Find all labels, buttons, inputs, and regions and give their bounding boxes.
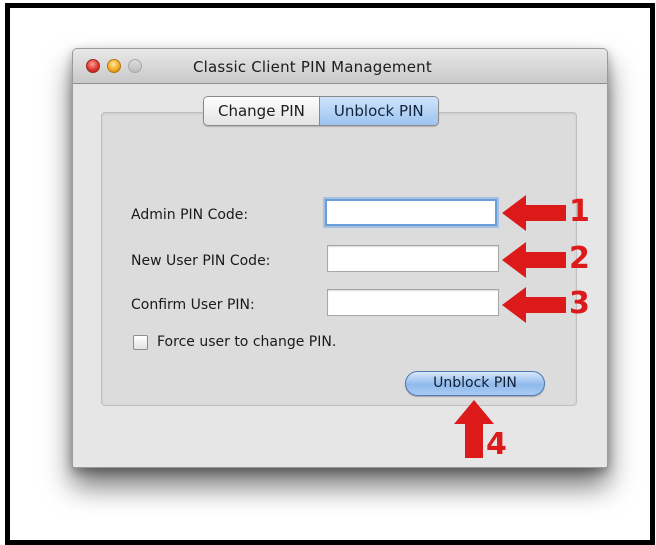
admin-pin-label: Admin PIN Code:: [131, 207, 249, 223]
tab-bar: Change PIN Unblock PIN: [203, 96, 439, 126]
callout-arrow-3-icon: [502, 287, 566, 323]
callout-arrow-2-icon: [502, 242, 566, 278]
new-user-pin-label: New User PIN Code:: [131, 253, 271, 269]
admin-pin-input[interactable]: [327, 201, 499, 226]
title-bar[interactable]: Classic Client PIN Management: [73, 49, 607, 84]
callout-number-3: 3: [569, 286, 590, 321]
tab-unblock-pin[interactable]: Unblock PIN: [318, 97, 438, 125]
callout-number-1: 1: [569, 194, 590, 229]
confirm-user-pin-field[interactable]: [327, 289, 502, 317]
confirm-user-pin-label: Confirm User PIN:: [131, 297, 255, 313]
confirm-user-pin-input[interactable]: [328, 290, 502, 317]
tab-change-pin[interactable]: Change PIN: [204, 97, 319, 125]
callout-number-2: 2: [569, 241, 590, 276]
window-title: Classic Client PIN Management: [193, 58, 432, 76]
force-change-label[interactable]: Force user to change PIN.: [157, 334, 336, 350]
new-user-pin-field[interactable]: [327, 245, 502, 273]
minimize-window-icon[interactable]: [107, 59, 121, 73]
close-window-icon[interactable]: [86, 59, 100, 73]
admin-pin-field[interactable]: [325, 199, 499, 226]
zoom-window-icon[interactable]: [128, 59, 142, 73]
unblock-pin-button[interactable]: Unblock PIN: [405, 371, 545, 396]
new-user-pin-input[interactable]: [328, 246, 502, 273]
force-change-checkbox[interactable]: [133, 335, 148, 350]
callout-arrow-1-icon: [502, 195, 566, 231]
callout-number-4: 4: [486, 427, 507, 462]
